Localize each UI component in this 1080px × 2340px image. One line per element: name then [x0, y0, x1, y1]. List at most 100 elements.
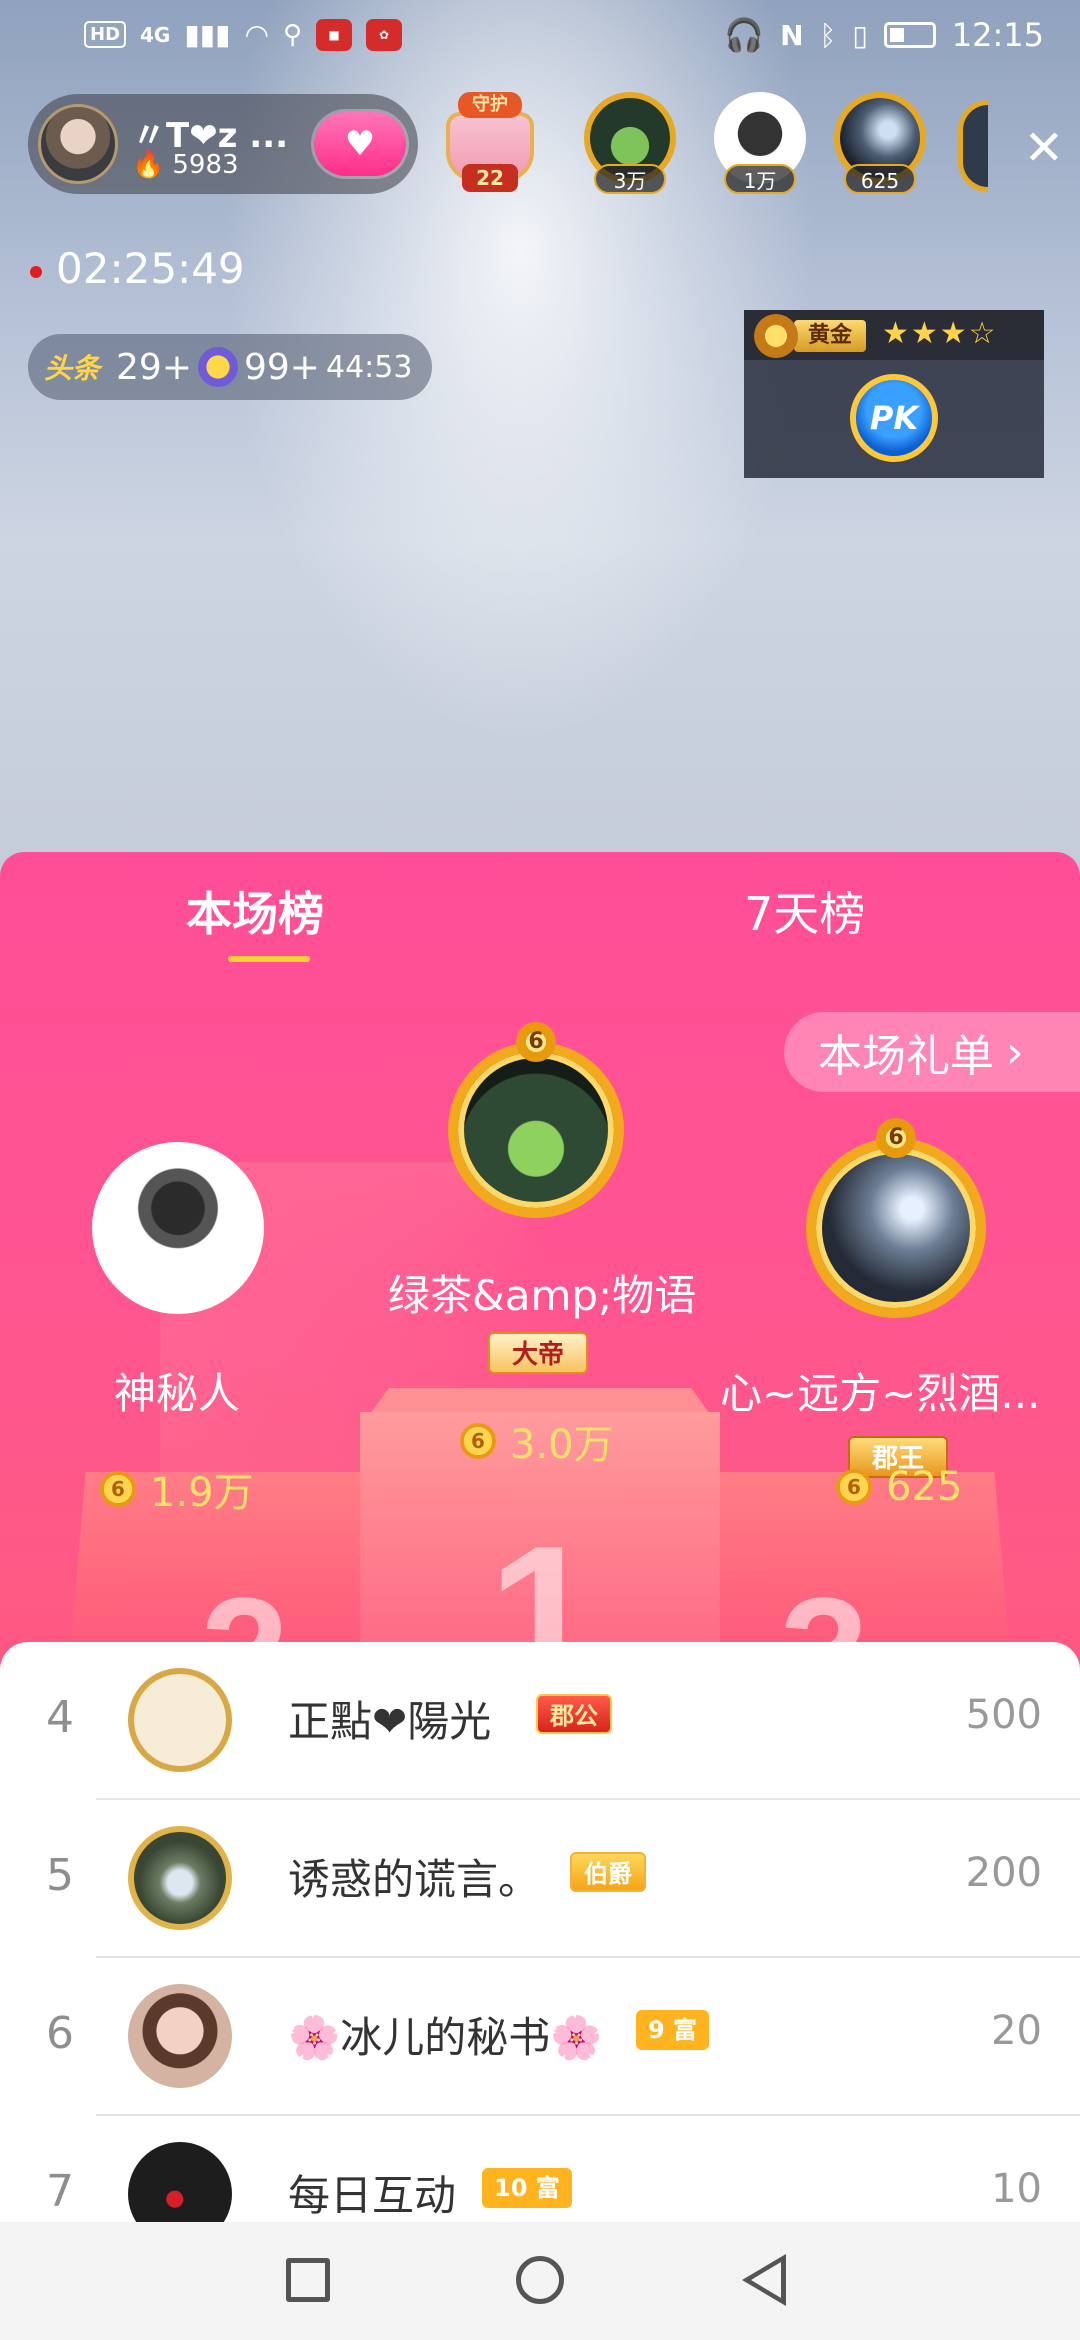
first-place-name: 绿茶&amp;物语 — [388, 1271, 697, 1320]
row-score: 20 — [991, 2008, 1042, 2054]
pk-stars: ★★★☆ — [882, 316, 998, 351]
hd-indicator: HD — [84, 21, 127, 48]
home-icon[interactable] — [516, 2256, 564, 2304]
row-avatar[interactable] — [128, 1668, 232, 1772]
recorder-app-icon: ■ — [316, 18, 353, 51]
live-dot-icon — [30, 265, 42, 278]
chevron-right-icon: › — [1006, 1026, 1024, 1078]
headline-countdown: 44:53 — [325, 349, 413, 385]
third-place-avatar[interactable] — [806, 1138, 986, 1318]
heart-icon: ♥ — [344, 124, 376, 164]
top-viewer-3[interactable]: 625 — [830, 92, 930, 202]
flame-icon: 🔥 — [132, 150, 165, 180]
pk-button[interactable]: PK — [850, 374, 938, 462]
network-label: 4G — [140, 22, 171, 47]
row-name: 诱惑的谎言。 — [288, 1855, 541, 1904]
guard-label: 守护 — [458, 92, 522, 118]
back-icon[interactable] — [742, 2254, 786, 2306]
wifi-icon: ◠ — [244, 18, 270, 51]
tab-this-session[interactable]: 本场榜 — [186, 878, 324, 944]
star-icon — [198, 347, 238, 387]
viewer-contribution: 625 — [844, 164, 916, 194]
nfc-icon: N — [780, 18, 804, 52]
recent-apps-icon[interactable] — [286, 2258, 330, 2302]
status-right: 🎧 N ᛒ ▯ 12:15 — [724, 16, 1044, 54]
headline-count-a: 29+ — [116, 346, 192, 388]
host-info-pill[interactable]: 〃T❤z ... 🔥 5983 ♥ — [28, 94, 418, 194]
top-viewer-2[interactable]: 1万 — [710, 92, 810, 202]
row-avatar[interactable] — [128, 1984, 232, 2088]
signal-icon: ▮▮▮ — [184, 18, 231, 51]
list-row[interactable]: 6 🌸冰儿的秘书🌸 9 富 20 — [0, 1958, 1080, 2116]
coin-icon: 6 — [836, 1469, 872, 1505]
frame-level-badge: 6 — [516, 1022, 556, 1062]
ranking-tabs: 本场榜 7天榜 — [0, 852, 1080, 972]
row-rank: 7 — [46, 2166, 74, 2217]
headline-pill[interactable]: 头条 29+ 99+ 44:53 — [28, 334, 432, 400]
third-place-score: 6 625 — [836, 1464, 962, 1510]
list-row[interactable]: 5 诱惑的谎言。 伯爵 200 — [0, 1800, 1080, 1958]
rank-medal-icon — [754, 314, 798, 358]
coin-icon: 6 — [100, 1471, 136, 1507]
host-avatar[interactable] — [38, 104, 118, 184]
second-place-score-value: 1.9万 — [150, 1470, 254, 1516]
gift-list-button[interactable]: 本场礼单 › — [784, 1012, 1080, 1092]
third-place-score-value: 625 — [886, 1464, 963, 1510]
vibrate-icon: ▯ — [852, 18, 868, 52]
second-place-avatar[interactable] — [92, 1142, 264, 1314]
host-heat-value: 5983 — [172, 150, 239, 180]
row-rank: 4 — [46, 1692, 74, 1743]
bluetooth-icon: ᛒ — [819, 18, 837, 52]
viewer-more-partial[interactable] — [958, 100, 988, 192]
row-avatar[interactable] — [128, 1826, 232, 1930]
viewer-contribution: 3万 — [594, 164, 666, 194]
live-timer-value: 02:25:49 — [56, 244, 245, 293]
row-rank: 5 — [46, 1850, 74, 1901]
first-place-title: 大帝 — [488, 1332, 589, 1374]
list-row[interactable]: 4 正點❤陽光 郡公 500 — [0, 1642, 1080, 1800]
search-icon: ⚲ — [283, 19, 303, 50]
coin-icon: 6 — [460, 1423, 496, 1459]
close-icon[interactable]: ✕ — [1024, 120, 1064, 176]
row-name: 正點❤陽光 — [288, 1697, 492, 1746]
active-tab-indicator — [228, 956, 310, 962]
row-score: 10 — [991, 2166, 1042, 2212]
status-left: HD 4G ▮▮▮ ◠ ⚲ ■ ✿ — [84, 18, 403, 51]
system-navigation-bar — [0, 2222, 1080, 2340]
pk-widget[interactable]: 黄金 ★★★☆ PK — [744, 310, 1044, 478]
first-place-avatar[interactable] — [448, 1042, 624, 1218]
status-bar: HD 4G ▮▮▮ ◠ ⚲ ■ ✿ 🎧 N ᛒ ▯ 12:15 — [0, 0, 1080, 80]
second-place-name: 神秘人 — [114, 1369, 241, 1418]
gift-list-label: 本场礼单 — [818, 1031, 994, 1082]
headphones-icon: 🎧 — [724, 16, 765, 54]
row-level-badge: 伯爵 — [570, 1852, 646, 1892]
host-heat: 🔥 5983 — [132, 150, 239, 180]
row-score: 500 — [965, 1692, 1042, 1738]
third-place-name: 心~远方~烈酒... — [720, 1369, 1041, 1418]
ranking-list[interactable]: 4 正點❤陽光 郡公 500 5 诱惑的谎言。 伯爵 200 6 🌸冰儿的秘书🌸… — [0, 1642, 1080, 2252]
live-timer: 02:25:49 — [30, 244, 245, 293]
row-level-badge: 郡公 — [536, 1694, 612, 1734]
huawei-app-icon: ✿ — [366, 18, 403, 51]
row-name: 每日互动 — [288, 2171, 457, 2220]
tab-7-days[interactable]: 7天榜 — [744, 878, 865, 944]
frame-level-badge: 6 — [876, 1118, 916, 1158]
row-rich-badge: 9 富 — [636, 2010, 710, 2050]
first-place-score: 6 3.0万 — [460, 1412, 614, 1470]
headline-count-b: 99+ — [244, 346, 320, 388]
row-name: 🌸冰儿的秘书🌸 — [288, 2013, 603, 2062]
pk-rank-label: 黄金 — [794, 320, 867, 352]
clock: 12:15 — [951, 16, 1044, 54]
first-place-score-value: 3.0万 — [510, 1422, 614, 1468]
guard-count: 22 — [462, 164, 518, 192]
row-rich-badge: 10 富 — [482, 2168, 572, 2208]
second-place-score: 6 1.9万 — [100, 1460, 254, 1518]
follow-button[interactable]: ♥ — [314, 112, 406, 176]
headline-tag: 头条 — [44, 352, 101, 385]
top-viewer-1[interactable]: 3万 — [580, 92, 680, 202]
battery-icon — [883, 22, 936, 48]
viewer-contribution: 1万 — [724, 164, 796, 194]
row-score: 200 — [965, 1850, 1042, 1896]
guard-badge[interactable]: 守护 22 — [440, 92, 540, 192]
row-rank: 6 — [46, 2008, 74, 2059]
